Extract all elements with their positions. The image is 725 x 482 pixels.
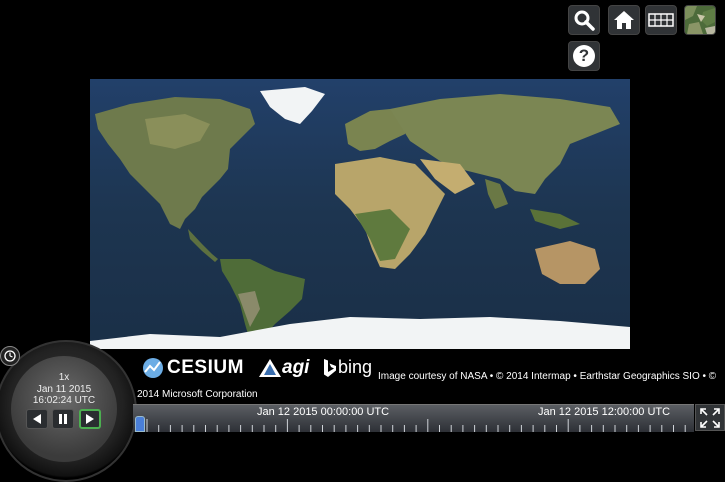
animation-date: Jan 11 2015 (36, 384, 92, 395)
play-reverse-icon (33, 414, 41, 424)
clock-icon (4, 350, 16, 362)
timeline-ticks (146, 419, 686, 432)
home-icon (614, 11, 634, 29)
geocoder-search-button[interactable] (568, 5, 600, 35)
play-icon (86, 414, 94, 424)
play-reverse-button[interactable] (26, 409, 48, 429)
timeline[interactable]: Jan 12 2015 00:00:00 UTC Jan 12 2015 12:… (133, 404, 694, 432)
clock-button[interactable] (0, 346, 20, 366)
globe-map[interactable] (90, 79, 630, 349)
scene-mode-button[interactable] (645, 5, 677, 35)
pause-button[interactable] (52, 409, 74, 429)
pause-icon (59, 414, 67, 424)
animation-speed: 1x (58, 372, 70, 383)
imagery-credits: Image courtesy of NASA • © 2014 Intermap… (137, 371, 717, 400)
fullscreen-button[interactable] (695, 404, 725, 431)
columbus-view-icon (648, 13, 674, 27)
base-layer-picker-icon (685, 6, 715, 34)
play-button[interactable] (79, 409, 101, 429)
home-button[interactable] (608, 5, 640, 35)
timeline-scrubber-handle[interactable] (135, 416, 145, 432)
animation-time: 16:02:24 UTC (32, 395, 96, 406)
help-button[interactable]: ? (568, 41, 600, 71)
search-icon (574, 10, 595, 31)
help-label: ? (578, 46, 590, 65)
fullscreen-icon (700, 407, 720, 428)
base-layer-picker-button[interactable] (684, 5, 716, 35)
